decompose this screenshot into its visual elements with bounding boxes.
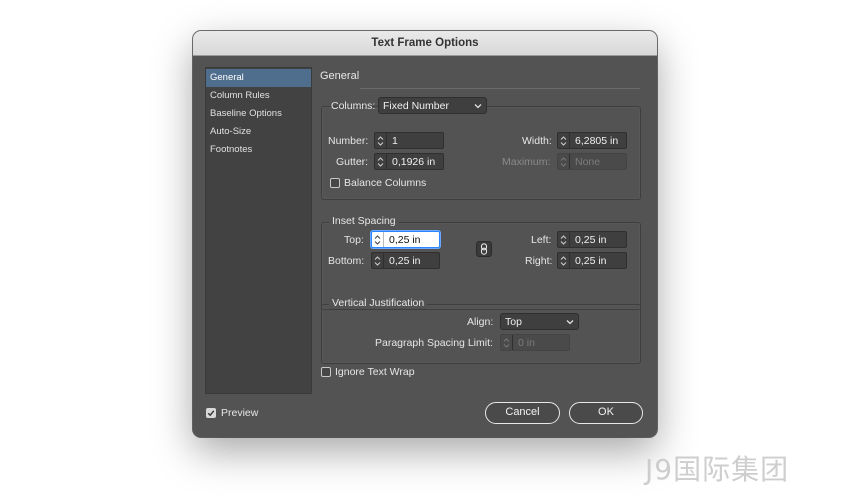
right-inset-value: 0,25 in	[575, 254, 607, 267]
options-sidebar: General Column Rules Baseline Options Au…	[205, 67, 312, 394]
vertical-justification-group	[321, 304, 641, 364]
width-stepper[interactable]: 6,2805 in	[557, 132, 627, 149]
gutter-stepper[interactable]: 0,1926 in	[374, 153, 444, 170]
columns-select-value: Fixed Number	[383, 99, 449, 112]
checkmark-icon	[207, 410, 215, 417]
top-label: Top:	[344, 234, 364, 246]
watermark-text: J9国际集团	[645, 453, 790, 486]
right-label: Right:	[525, 255, 553, 267]
sidebar-item-general[interactable]: General	[206, 69, 311, 87]
bottom-inset-value: 0,25 in	[389, 254, 421, 267]
ignore-text-wrap-label: Ignore Text Wrap	[335, 366, 415, 378]
bottom-inset-stepper[interactable]: 0,25 in	[371, 252, 440, 269]
stepper-arrows-icon[interactable]	[375, 133, 387, 148]
dialog-title: Text Frame Options	[193, 31, 657, 56]
balance-columns-label: Balance Columns	[344, 177, 427, 189]
number-label: Number:	[328, 135, 369, 147]
sidebar-item-auto-size[interactable]: Auto-Size	[206, 123, 311, 141]
chain-link-icon	[480, 243, 488, 255]
left-inset-stepper[interactable]: 0,25 in	[557, 231, 627, 248]
top-inset-stepper[interactable]: 0,25 in	[371, 231, 440, 248]
bottom-label: Bottom:	[328, 255, 365, 267]
preview-checkbox[interactable]	[206, 408, 216, 418]
preview-label: Preview	[221, 407, 259, 419]
width-value: 6,2805 in	[575, 134, 619, 147]
maximum-label: Maximum:	[502, 156, 551, 168]
left-inset-value: 0,25 in	[575, 233, 607, 246]
align-label: Align:	[467, 316, 494, 328]
align-select[interactable]: Top	[500, 313, 579, 330]
left-label: Left:	[531, 234, 552, 246]
sidebar-item-baseline-options[interactable]: Baseline Options	[206, 105, 311, 123]
stepper-arrows-icon[interactable]	[558, 253, 570, 268]
maximum-stepper: None	[557, 153, 627, 170]
stepper-arrows-icon[interactable]	[375, 154, 387, 169]
cancel-button[interactable]: Cancel	[485, 402, 560, 424]
stepper-arrows-icon[interactable]	[558, 133, 570, 148]
columns-label: Columns:	[331, 100, 376, 112]
number-value: 1	[392, 134, 398, 147]
stepper-arrows-icon	[558, 154, 570, 169]
sidebar-item-column-rules[interactable]: Column Rules	[206, 87, 311, 105]
stepper-arrows-icon	[501, 335, 513, 350]
gutter-value: 0,1926 in	[392, 155, 436, 168]
align-select-value: Top	[505, 315, 522, 328]
stepper-arrows-icon[interactable]	[372, 232, 384, 247]
ok-button[interactable]: OK	[569, 402, 643, 424]
gutter-label: Gutter:	[336, 156, 369, 168]
paragraph-spacing-limit-stepper: 0 in	[500, 334, 570, 351]
text-frame-options-dialog: Text Frame Options General Column Rules …	[193, 31, 657, 437]
stepper-arrows-icon[interactable]	[558, 232, 570, 247]
top-inset-value: 0,25 in	[389, 233, 421, 246]
sidebar-item-footnotes[interactable]: Footnotes	[206, 141, 311, 159]
maximum-value: None	[575, 155, 601, 168]
inset-spacing-title: Inset Spacing	[329, 215, 399, 227]
right-inset-stepper[interactable]: 0,25 in	[557, 252, 627, 269]
paragraph-spacing-limit-label: Paragraph Spacing Limit:	[375, 337, 493, 349]
width-label: Width:	[522, 135, 552, 147]
vertical-justification-title: Vertical Justification	[329, 297, 428, 309]
chevron-down-icon	[474, 103, 482, 108]
number-stepper[interactable]: 1	[374, 132, 444, 149]
paragraph-spacing-limit-value: 0 in	[518, 336, 535, 349]
ignore-text-wrap-checkbox[interactable]	[321, 367, 331, 377]
section-divider	[360, 88, 640, 89]
link-insets-button[interactable]	[476, 241, 492, 257]
chevron-down-icon	[566, 319, 574, 324]
columns-select[interactable]: Fixed Number	[378, 97, 487, 114]
section-title: General	[320, 70, 360, 82]
balance-columns-checkbox[interactable]	[330, 178, 340, 188]
stepper-arrows-icon[interactable]	[372, 253, 384, 268]
